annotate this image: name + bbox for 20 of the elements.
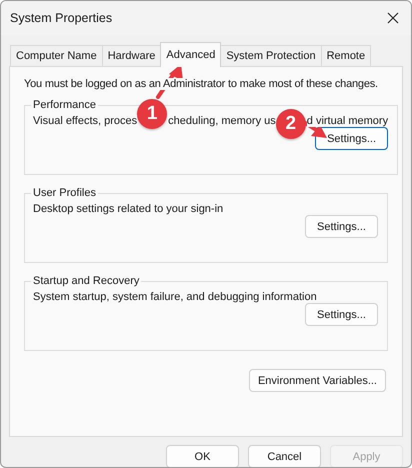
group-description: cheduling, memory us [168,115,276,127]
tab[interactable]: Remote [320,45,372,66]
close-icon[interactable] [387,12,399,24]
dialog-button[interactable]: Cancel [248,445,321,467]
notice-text: You must be logged on as an Administrator to make most of these changes. [24,78,378,90]
group-title: User Profiles [32,187,97,199]
group-description: Visual effects, proces [33,115,138,127]
group-description: Desktop settings related to your sign-in [33,203,224,215]
settings-button[interactable]: Settings... [305,215,378,238]
group-title: Performance [32,99,97,111]
tab[interactable]: Computer Name [10,45,103,66]
tab[interactable]: Advanced [160,42,222,67]
dialog-button[interactable]: OK [166,445,239,467]
group-description: System startup, system failure, and debugging information [33,291,317,303]
settings-button[interactable]: Settings... [305,303,378,326]
settings-button[interactable]: Settings... [315,127,388,150]
environment-variables-button[interactable]: Environment Variables... [248,369,386,392]
window-title: System Properties [10,11,112,25]
group-description: d virtual memory [306,115,388,127]
group-title: Startup and Recovery [32,275,140,287]
